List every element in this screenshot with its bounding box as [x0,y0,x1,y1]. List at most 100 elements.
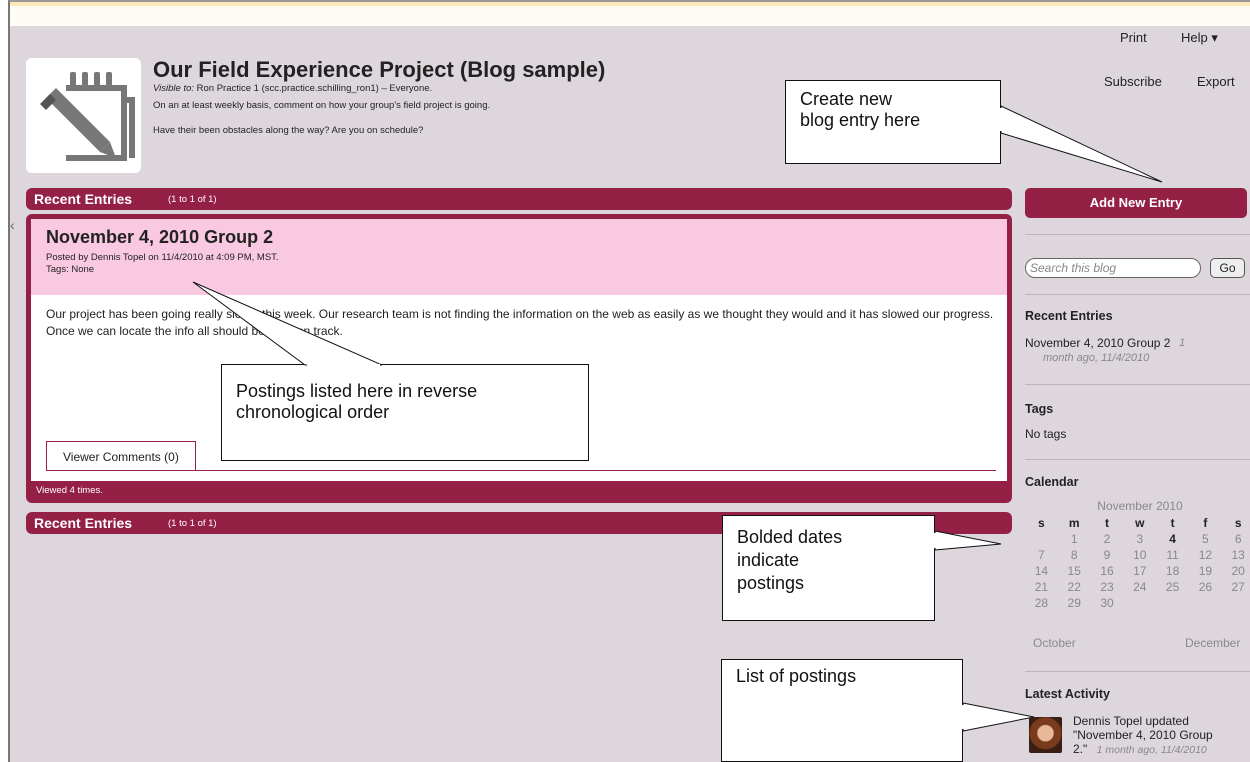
add-new-entry-button[interactable]: Add New Entry [1025,188,1247,218]
calendar-weekday: w [1135,516,1145,530]
callout-line: Bolded dates [737,527,843,547]
callout-bolded-dates: Bolded dates indicate postings [722,515,935,621]
subscribe-link[interactable]: Subscribe [1104,74,1162,89]
calendar-day: 7 [1038,548,1045,562]
calendar-empty-cell [1025,531,1058,547]
recent-entries-count: (1 to 1 of 1) [168,518,217,529]
calendar-empty-cell [1156,595,1189,611]
calendar-day: 2 [1103,532,1111,546]
divider [1025,459,1250,460]
calendar-empty-cell [1123,595,1156,611]
calendar-next-month[interactable]: December [1185,636,1240,650]
calendar-prev-month[interactable]: October [1033,636,1076,650]
calendar-day: 6 [1234,532,1242,546]
recent-entries-title: Recent Entries [34,515,133,531]
visible-value: Ron Practice 1 (scc.practice.schilling_r… [194,83,433,94]
export-link[interactable]: Export [1197,74,1235,89]
callout-line: blog entry here [800,110,921,130]
search-input[interactable] [1025,258,1201,278]
calendar-day: 17 [1133,564,1147,578]
calendar-week: 28 29 30 [1025,595,1250,611]
activity-line-2[interactable]: "November 4, 2010 Group [1073,728,1213,742]
top-strip [10,2,1250,26]
print-link[interactable]: Print [1120,30,1147,45]
blog-title: Our Field Experience Project (Blog sampl… [153,57,606,82]
calendar-day: 20 [1231,564,1245,578]
callout-create-entry: Create new blog entry here [785,80,1001,164]
divider [1025,384,1250,385]
calendar-day: 21 [1034,580,1049,594]
calendar-day: 12 [1198,548,1213,562]
tags-value: No tags [1025,427,1067,441]
calendar-day: 29 [1067,596,1081,610]
callout-line: chronological order [236,402,390,422]
calendar-weekday: s [1038,516,1045,530]
calendar-day[interactable]: 4 [1156,531,1189,547]
callout-line: indicate [737,550,800,570]
avatar[interactable] [1029,717,1062,753]
recent-entries-heading: Recent Entries [1025,309,1113,323]
activity-meta: 1 month ago, 11/4/2010 [1096,744,1207,756]
tags-heading: Tags [1025,402,1054,416]
calendar-day: 5 [1202,532,1209,546]
blog-page: Print Help ▾ Subscribe Export Our Field … [8,0,1250,762]
divider [1025,671,1250,672]
viewed-count: Viewed 4 times. [36,485,103,496]
calendar-day: 11 [1166,548,1179,562]
collapse-chevron-icon[interactable]: ‹ [10,217,18,237]
activity-line-1[interactable]: Dennis Topel updated [1073,714,1189,728]
calendar-day: 1 [1070,532,1078,546]
callout-line: Create new [800,89,893,109]
calendar-empty-cell [1189,595,1222,611]
calendar-day: 18 [1165,564,1180,578]
help-menu[interactable]: Help ▾ [1181,30,1218,46]
callout-line: postings [737,573,805,593]
visible-label: Visible to: [153,83,195,94]
recent-entries-title: Recent Entries [34,191,133,207]
entry-title[interactable]: November 4, 2010 Group 2 [46,227,273,248]
calendar-weekday: m [1068,516,1080,530]
calendar-day: 26 [1198,580,1213,594]
search-go-button[interactable]: Go [1210,258,1245,278]
calendar-week: 21 22 23 24 25 26 27 [1025,579,1250,595]
viewer-comments-tab[interactable]: Viewer Comments (0) [46,441,196,471]
calendar-day: 16 [1100,564,1114,578]
calendar-weekday: t [1104,516,1109,530]
calendar-day: 23 [1100,580,1114,594]
calendar-week: 14 15 16 17 18 19 20 [1025,563,1250,579]
activity-line-3[interactable]: 2." 1 month ago, 11/4/2010 [1073,742,1207,757]
comments-divider [46,470,996,471]
calendar-weekday: t [1170,516,1175,530]
calendar-day: 28 [1034,596,1049,610]
calendar-day: 19 [1198,564,1213,578]
calendar-day: 3 [1136,532,1144,546]
calendar-day: 22 [1067,580,1081,594]
calendar-day: 30 [1100,596,1114,610]
calendar-day: 8 [1070,548,1078,562]
entry-posted-by: Posted by Dennis Topel on 11/4/2010 at 4… [46,252,279,263]
activity-line-3-text[interactable]: 2." [1073,742,1087,756]
calendar-empty-cell [1222,595,1250,611]
calendar-day: 13 [1231,548,1245,562]
recent-entries-bar-top: Recent Entries (1 to 1 of 1) [26,188,1012,210]
calendar-weekday: s [1234,516,1242,530]
blog-pencil-icon [26,58,141,173]
blog-description-1: On an at least weekly basis, comment on … [153,100,491,111]
recent-entry-age: 1 [1179,337,1186,349]
callout-list-of-postings: List of postings [721,659,963,762]
recent-entry-link[interactable]: November 4, 2010 Group 2 [1025,336,1170,350]
calendar-day: 9 [1103,548,1111,562]
callout-postings-order: Postings listed here in reverse chronolo… [221,364,589,461]
divider [1025,234,1250,235]
latest-activity-heading: Latest Activity [1025,687,1110,701]
calendar-week: 1 2 345 6 [1025,531,1250,547]
calendar-day: 25 [1165,580,1180,594]
visibility-line: Visible to: Ron Practice 1 (scc.practice… [153,83,432,94]
calendar-day: 15 [1067,564,1081,578]
entry-header: November 4, 2010 Group 2 Posted by Denni… [31,219,1007,295]
calendar-weekday: f [1203,516,1208,530]
divider [1025,294,1250,295]
calendar-day: 10 [1133,548,1147,562]
callout-line: List of postings [736,666,857,686]
entry-body: Our project has been going really slowly… [46,307,994,338]
